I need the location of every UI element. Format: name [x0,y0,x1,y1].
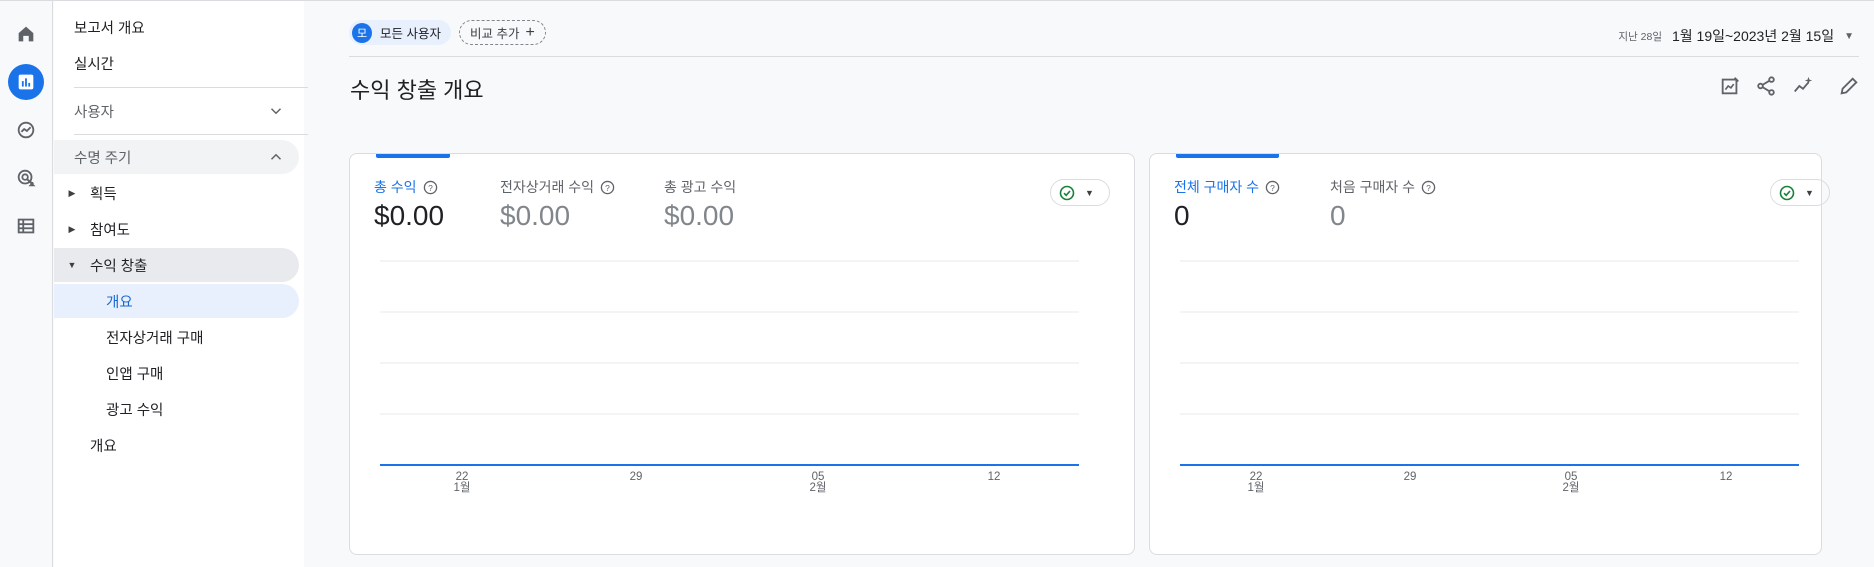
page-title: 수익 창출 개요 [350,78,484,103]
x-tick-label: 29 [630,471,643,483]
sidebar-section-label: 수명 주기 [74,150,132,167]
sidebar-item-engagement[interactable]: ▶ 참여도 [54,212,299,246]
sidebar-item-monetization[interactable]: ▼ 수익 창출 [54,248,299,282]
revenue-card: 총 수익 ? $0.00 전자상거래 수익 ? $0.00 총 광고 수익 $0… [349,153,1135,555]
report-sidebar: 보고서 개요 실시간 사용자 수명 주기 ▶ 획득 ▶ 참여도 ▼ 수익 창출 … [54,1,308,567]
caret-down-icon: ▼ [67,260,77,270]
sidebar-divider [74,134,308,135]
customize-report-icon[interactable] [1718,74,1742,98]
explore-icon[interactable] [8,112,44,148]
purchasers-card: 전체 구매자 수 ? 0 처음 구매자 수 ? 0 ▼ 22 1월 29 05 2월 12 [1149,153,1830,555]
segment-chip[interactable]: 모 모든 사용자 [349,20,451,45]
x-tick-month-label: 1월 [454,481,471,494]
purchasers-line-chart: 221월29 052월12 [1180,260,1799,494]
date-range-text: 1월 19일~2023년 2월 15일 [1671,28,1835,44]
sidebar-subitem-ecommerce[interactable]: 전자상거래 구매 [54,320,299,354]
sidebar-item-label: 참여도 [90,222,131,239]
reports-icon[interactable] [8,64,44,100]
sidebar-item-label: 수익 창출 [90,258,148,275]
caret-down-icon: ▼ [1844,30,1854,42]
sidebar-item-label: 실시간 [74,56,115,73]
chevron-up-icon [270,153,282,160]
sidebar-divider [74,87,308,88]
insights-icon[interactable] [1791,74,1815,98]
sidebar-subitem-inapp[interactable]: 인앱 구매 [54,356,299,390]
sidebar-subitem-ad-revenue[interactable]: 광고 수익 [54,392,299,426]
date-range-picker[interactable]: 지난 28일 1월 19일~2023년 2월 15일 ▼ [1618,26,1854,46]
date-range-prefix: 지난 28일 [1618,30,1662,43]
header-divider [349,56,1859,57]
sidebar-item-label: 개요 [106,294,133,311]
share-icon[interactable] [1754,74,1778,98]
sidebar-item-label: 전자상거래 구매 [106,330,204,347]
home-icon[interactable] [8,16,44,52]
sidebar-section-user[interactable]: 사용자 [54,94,299,128]
sidebar-item-label: 광고 수익 [106,402,164,419]
x-tick-label: 12 [988,471,1001,483]
x-tick-month-label: 1월 [1248,481,1265,494]
segment-avatar: 모 [352,22,372,43]
revenue-line-chart: 221월29 052월12 [380,260,1079,494]
sidebar-subitem-overview[interactable]: 개요 [54,284,299,318]
sidebar-item-realtime[interactable]: 실시간 [54,46,299,80]
caret-right-icon: ▶ [68,223,76,234]
sidebar-item-overview[interactable]: 개요 [54,428,299,462]
x-tick-label: 12 [1720,471,1733,483]
sidebar-section-lifecycle[interactable]: 수명 주기 [54,140,299,174]
x-tick-month-label: 2월 [810,481,827,494]
add-comparison-button[interactable]: 비교 추가 + [459,20,546,45]
sidebar-section-label: 사용자 [74,104,115,121]
advertising-icon[interactable] [8,160,44,196]
configure-icon[interactable] [8,208,44,244]
left-rail [0,1,53,567]
x-tick-month-label: 2월 [1563,481,1580,494]
chevron-down-icon [270,108,282,115]
x-tick-label: 29 [1404,471,1417,483]
segment-label: 모든 사용자 [380,27,441,41]
sidebar-item-report-overview[interactable]: 보고서 개요 [54,10,299,44]
edit-icon[interactable] [1837,74,1861,98]
sidebar-item-label: 인앱 구매 [106,366,164,383]
sidebar-item-label: 획득 [90,186,117,203]
sidebar-item-label: 보고서 개요 [74,20,145,37]
caret-right-icon: ▶ [68,187,76,198]
sidebar-item-label: 개요 [90,438,117,455]
plus-icon: + [525,23,535,41]
sidebar-item-acquisition[interactable]: ▶ 획득 [54,176,299,210]
add-comparison-label: 비교 추가 [470,27,520,41]
